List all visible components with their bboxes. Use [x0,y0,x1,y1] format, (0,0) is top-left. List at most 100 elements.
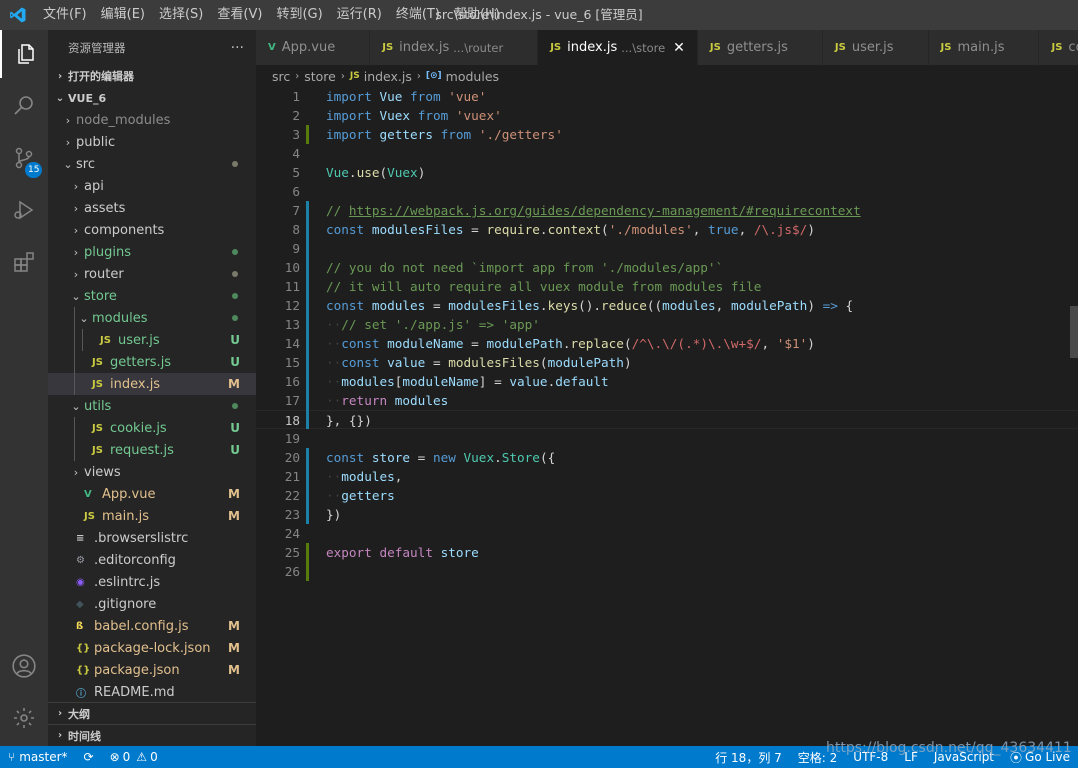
tree-item-public[interactable]: › public [48,131,256,153]
menu-item[interactable]: 帮助(H) [447,0,507,30]
code-token: modulesFiles [448,298,540,313]
branch-indicator[interactable]: ⑂ master* [0,746,76,768]
settings-gear-icon[interactable] [0,694,48,742]
go-live-label: Go Live [1025,750,1070,764]
breadcrumb-item[interactable]: modules [446,69,499,84]
code-token: const [326,222,365,237]
tree-item-eslintrc-js[interactable]: ◉ .eslintrc.js [48,571,256,593]
open-editors-section[interactable]: › 打开的编辑器 [48,65,256,87]
close-icon[interactable]: ✕ [673,40,685,56]
menu-item[interactable]: 转到(G) [269,0,329,30]
git-gutter-marker [306,239,309,258]
code-token: moduleName [387,336,464,351]
tree-item-package-json[interactable]: {} package.json M [48,659,256,681]
tree-item-components[interactable]: › components [48,219,256,241]
tree-item-app-vue[interactable]: V App.vue M [48,483,256,505]
menu-item[interactable]: 终端(T) [389,0,447,30]
code-editor[interactable]: 1 import Vue from 'vue' 2 import Vuex from … [256,87,1078,746]
line-number: 23 [284,507,300,522]
code-token: value [509,374,548,389]
tree-item-getters-js[interactable]: JS getters.js U [48,351,256,373]
tab-index-js[interactable]: JS index.js ...\store ✕ [538,30,698,65]
tree-item-babel-config-js[interactable]: ß babel.config.js M [48,615,256,637]
tab-getters-js[interactable]: JS getters.js [697,30,823,65]
tree-item-main-js[interactable]: JS main.js M [48,505,256,527]
code-token: import [326,108,372,123]
tree-item-store[interactable]: ⌄ store [48,285,256,307]
tab-co[interactable]: JS co [1039,30,1078,65]
git-gutter-marker [306,353,309,372]
explorer-icon[interactable] [0,30,48,78]
tree-item-plugins[interactable]: › plugins [48,241,256,263]
tree-item-cookie-js[interactable]: JS cookie.js U [48,417,256,439]
project-section[interactable]: ⌄ VUE_6 [48,87,256,109]
menu-item[interactable]: 运行(R) [330,0,389,30]
breadcrumb-item[interactable]: store [304,69,336,84]
menu-bar: 文件(F) 编辑(E) 选择(S) 查看(V) 转到(G) 运行(R) 终端(T) 帮助(H) [36,0,507,30]
problems-indicator[interactable]: ⊗ 0 ⚠ 0 [102,746,166,768]
git-gutter-marker [306,543,309,562]
tab-index-js[interactable]: JS index.js ...\router [370,30,539,65]
tree-item-package-lock-json[interactable]: {} package-lock.json M [48,637,256,659]
code-token: (). [578,298,602,313]
search-icon[interactable] [0,82,48,130]
more-actions-button[interactable]: ··· [231,40,244,56]
timeline-section[interactable]: › 时间线 [48,724,256,746]
outline-section[interactable]: › 大纲 [48,702,256,724]
tree-item-api[interactable]: › api [48,175,256,197]
go-live-button[interactable]: ⦿ Go Live [1002,746,1078,768]
tree-item-request-js[interactable]: JS request.js U [48,439,256,461]
file-type-icon: ◆ [76,598,84,610]
language-mode[interactable]: JavaScript [926,746,1002,768]
code-text: }) [326,505,341,524]
code-text: import Vue from 'vue' [326,87,486,106]
tree-item-router[interactable]: › router [48,263,256,285]
tree-item-node-modules[interactable]: › node_modules [48,109,256,131]
file-type-icon: JS [92,444,103,456]
project-label: VUE_6 [68,91,107,105]
run-debug-icon[interactable] [0,186,48,234]
menu-item[interactable]: 文件(F) [36,0,94,30]
tree-item-utils[interactable]: ⌄ utils [48,395,256,417]
code-line: 24 [256,524,1078,543]
file-type-icon: {} [76,642,91,654]
tab-label: user.js [851,40,894,55]
tree-item-views[interactable]: › views [48,461,256,483]
end-of-line[interactable]: LF [896,746,926,768]
chevron-right-icon: › [295,70,300,82]
tab-App-vue[interactable]: V App.vue [256,30,371,65]
breadcrumb-item[interactable]: index.js [364,69,412,84]
tree-item-user-js[interactable]: JS user.js U [48,329,256,351]
menu-item[interactable]: 编辑(E) [94,0,152,30]
sync-button[interactable]: ⟳ [76,746,102,768]
tab-user-js[interactable]: JS user.js [822,30,929,65]
code-line: 18}, {}) [256,410,1078,429]
code-text: ··getters [326,486,395,505]
tab-main-js[interactable]: JS main.js [928,30,1040,65]
indentation[interactable]: 空格: 2 [790,746,846,768]
cursor-position[interactable]: 行 18，列 7 [707,746,790,768]
source-control-icon[interactable]: 15 [0,134,48,182]
tree-item-gitignore[interactable]: ◆ .gitignore [48,593,256,615]
tree-item-src[interactable]: ⌄ src [48,153,256,175]
code-text: ··// set './app.js' => 'app' [326,315,540,334]
menu-item[interactable]: 查看(V) [210,0,269,30]
file-type-icon: {} [76,664,91,676]
tree-item-browserslistrc[interactable]: ≡ .browserslistrc [48,527,256,549]
code-token: Vuex [379,108,411,123]
tree-item-index-js[interactable]: JS index.js M [48,373,256,395]
tree-item-modules[interactable]: ⌄ modules [48,307,256,329]
tree-item-readme-md[interactable]: ⓘ README.md [48,681,256,703]
tree-item-assets[interactable]: › assets [48,197,256,219]
encoding[interactable]: UTF-8 [845,746,896,768]
breadcrumb-item[interactable]: src [272,69,290,84]
code-line: 4 [256,144,1078,163]
tree-item-editorconfig[interactable]: ⚙ .editorconfig [48,549,256,571]
code-token: store [371,450,411,465]
menu-item[interactable]: 选择(S) [152,0,210,30]
account-icon[interactable] [0,642,48,690]
extensions-icon[interactable] [0,238,48,286]
code-token: = [463,222,487,237]
